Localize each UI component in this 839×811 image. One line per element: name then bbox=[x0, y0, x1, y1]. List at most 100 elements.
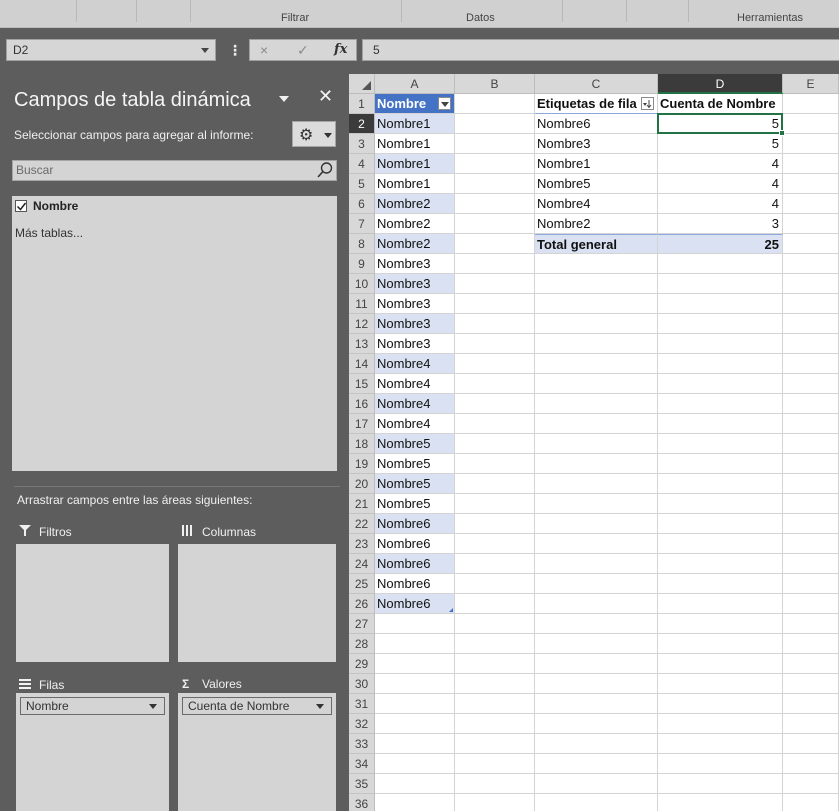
cell-b31[interactable] bbox=[455, 694, 535, 714]
cell-d28[interactable] bbox=[658, 634, 783, 654]
cell-d30[interactable] bbox=[658, 674, 783, 694]
cell-c12[interactable] bbox=[535, 314, 658, 334]
field-label-nombre[interactable]: Nombre bbox=[33, 199, 78, 213]
cell-e21[interactable] bbox=[783, 494, 839, 514]
cell-a28[interactable] bbox=[375, 634, 455, 654]
search-input[interactable]: Buscar bbox=[12, 160, 337, 181]
cell-d36[interactable] bbox=[658, 794, 783, 811]
row-header[interactable]: 9 bbox=[349, 254, 375, 274]
cell-b30[interactable] bbox=[455, 674, 535, 694]
cell-a11[interactable]: Nombre3 bbox=[375, 294, 455, 314]
cell-d1[interactable]: Cuenta de Nombre bbox=[658, 94, 783, 114]
cell-c22[interactable] bbox=[535, 514, 658, 534]
cell-b27[interactable] bbox=[455, 614, 535, 634]
cell-c13[interactable] bbox=[535, 334, 658, 354]
column-header-e[interactable]: E bbox=[783, 74, 839, 94]
row-header[interactable]: 4 bbox=[349, 154, 375, 174]
more-tables-link[interactable]: Más tablas... bbox=[15, 226, 83, 240]
cell-e16[interactable] bbox=[783, 394, 839, 414]
cell-d5[interactable]: 4 bbox=[658, 174, 783, 194]
cell-b12[interactable] bbox=[455, 314, 535, 334]
cell-e19[interactable] bbox=[783, 454, 839, 474]
cell-a12[interactable]: Nombre3 bbox=[375, 314, 455, 334]
cell-b16[interactable] bbox=[455, 394, 535, 414]
cell-b5[interactable] bbox=[455, 174, 535, 194]
cell-b35[interactable] bbox=[455, 774, 535, 794]
cell-c3[interactable]: Nombre3 bbox=[535, 134, 658, 154]
row-header[interactable]: 2 bbox=[349, 114, 375, 134]
cell-b32[interactable] bbox=[455, 714, 535, 734]
cell-c10[interactable] bbox=[535, 274, 658, 294]
row-header[interactable]: 5 bbox=[349, 174, 375, 194]
pane-splitter[interactable] bbox=[14, 486, 340, 487]
cell-b36[interactable] bbox=[455, 794, 535, 811]
cell-c26[interactable] bbox=[535, 594, 658, 614]
row-header[interactable]: 29 bbox=[349, 654, 375, 674]
cell-a5[interactable]: Nombre1 bbox=[375, 174, 455, 194]
cell-b21[interactable] bbox=[455, 494, 535, 514]
row-header[interactable]: 19 bbox=[349, 454, 375, 474]
spreadsheet-grid[interactable]: ABCDE 1 Nombre Etiquetas de fila Cuenta de … bbox=[349, 74, 839, 811]
cell-d22[interactable] bbox=[658, 514, 783, 534]
row-header[interactable]: 33 bbox=[349, 734, 375, 754]
cell-e35[interactable] bbox=[783, 774, 839, 794]
cell-e13[interactable] bbox=[783, 334, 839, 354]
cell-a18[interactable]: Nombre5 bbox=[375, 434, 455, 454]
cell-b18[interactable] bbox=[455, 434, 535, 454]
cell-a15[interactable]: Nombre4 bbox=[375, 374, 455, 394]
cell-e29[interactable] bbox=[783, 654, 839, 674]
cell-e9[interactable] bbox=[783, 254, 839, 274]
cell-a21[interactable]: Nombre5 bbox=[375, 494, 455, 514]
cell-b9[interactable] bbox=[455, 254, 535, 274]
cell-b26[interactable] bbox=[455, 594, 535, 614]
cell-b33[interactable] bbox=[455, 734, 535, 754]
cell-e14[interactable] bbox=[783, 354, 839, 374]
cell-e23[interactable] bbox=[783, 534, 839, 554]
cell-c23[interactable] bbox=[535, 534, 658, 554]
cell-e5[interactable] bbox=[783, 174, 839, 194]
cell-a36[interactable] bbox=[375, 794, 455, 811]
cell-d18[interactable] bbox=[658, 434, 783, 454]
cell-c27[interactable] bbox=[535, 614, 658, 634]
cell-b11[interactable] bbox=[455, 294, 535, 314]
cell-a27[interactable] bbox=[375, 614, 455, 634]
cell-b19[interactable] bbox=[455, 454, 535, 474]
row-header[interactable]: 11 bbox=[349, 294, 375, 314]
cell-a7[interactable]: Nombre2 bbox=[375, 214, 455, 234]
cell-c6[interactable]: Nombre4 bbox=[535, 194, 658, 214]
row-header[interactable]: 30 bbox=[349, 674, 375, 694]
row-header[interactable]: 35 bbox=[349, 774, 375, 794]
row-header[interactable]: 20 bbox=[349, 474, 375, 494]
cell-d2[interactable]: 5 bbox=[658, 114, 783, 134]
columns-drop-area[interactable] bbox=[178, 544, 336, 662]
row-header[interactable]: 12 bbox=[349, 314, 375, 334]
row-header[interactable]: 24 bbox=[349, 554, 375, 574]
filters-drop-area[interactable] bbox=[16, 544, 169, 662]
cell-d6[interactable]: 4 bbox=[658, 194, 783, 214]
cell-d11[interactable] bbox=[658, 294, 783, 314]
cell-a23[interactable]: Nombre6 bbox=[375, 534, 455, 554]
cell-e26[interactable] bbox=[783, 594, 839, 614]
cell-b13[interactable] bbox=[455, 334, 535, 354]
cell-e1[interactable] bbox=[783, 94, 839, 114]
cell-b15[interactable] bbox=[455, 374, 535, 394]
row-header[interactable]: 21 bbox=[349, 494, 375, 514]
cell-e33[interactable] bbox=[783, 734, 839, 754]
row-header[interactable]: 10 bbox=[349, 274, 375, 294]
cell-d34[interactable] bbox=[658, 754, 783, 774]
cell-b6[interactable] bbox=[455, 194, 535, 214]
enter-icon[interactable]: ✓ bbox=[297, 42, 309, 59]
row-header[interactable]: 32 bbox=[349, 714, 375, 734]
row-header[interactable]: 17 bbox=[349, 414, 375, 434]
row-header[interactable]: 18 bbox=[349, 434, 375, 454]
cell-b25[interactable] bbox=[455, 574, 535, 594]
cell-d27[interactable] bbox=[658, 614, 783, 634]
cell-d14[interactable] bbox=[658, 354, 783, 374]
chevron-down-icon[interactable] bbox=[316, 704, 324, 709]
cell-b10[interactable] bbox=[455, 274, 535, 294]
cell-d35[interactable] bbox=[658, 774, 783, 794]
cell-a25[interactable]: Nombre6 bbox=[375, 574, 455, 594]
row-header[interactable]: 7 bbox=[349, 214, 375, 234]
tools-button[interactable]: ⚙ bbox=[292, 121, 336, 147]
close-icon[interactable]: ✕ bbox=[318, 86, 333, 107]
